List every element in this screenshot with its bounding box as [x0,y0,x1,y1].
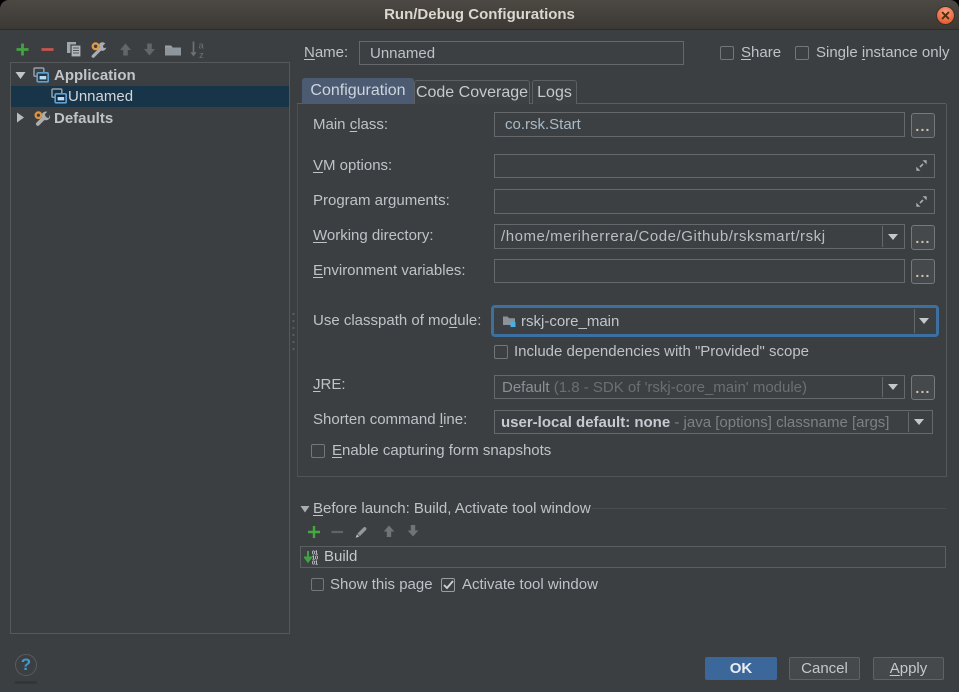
svg-text:z: z [199,50,204,59]
svg-text:01: 01 [312,561,318,566]
